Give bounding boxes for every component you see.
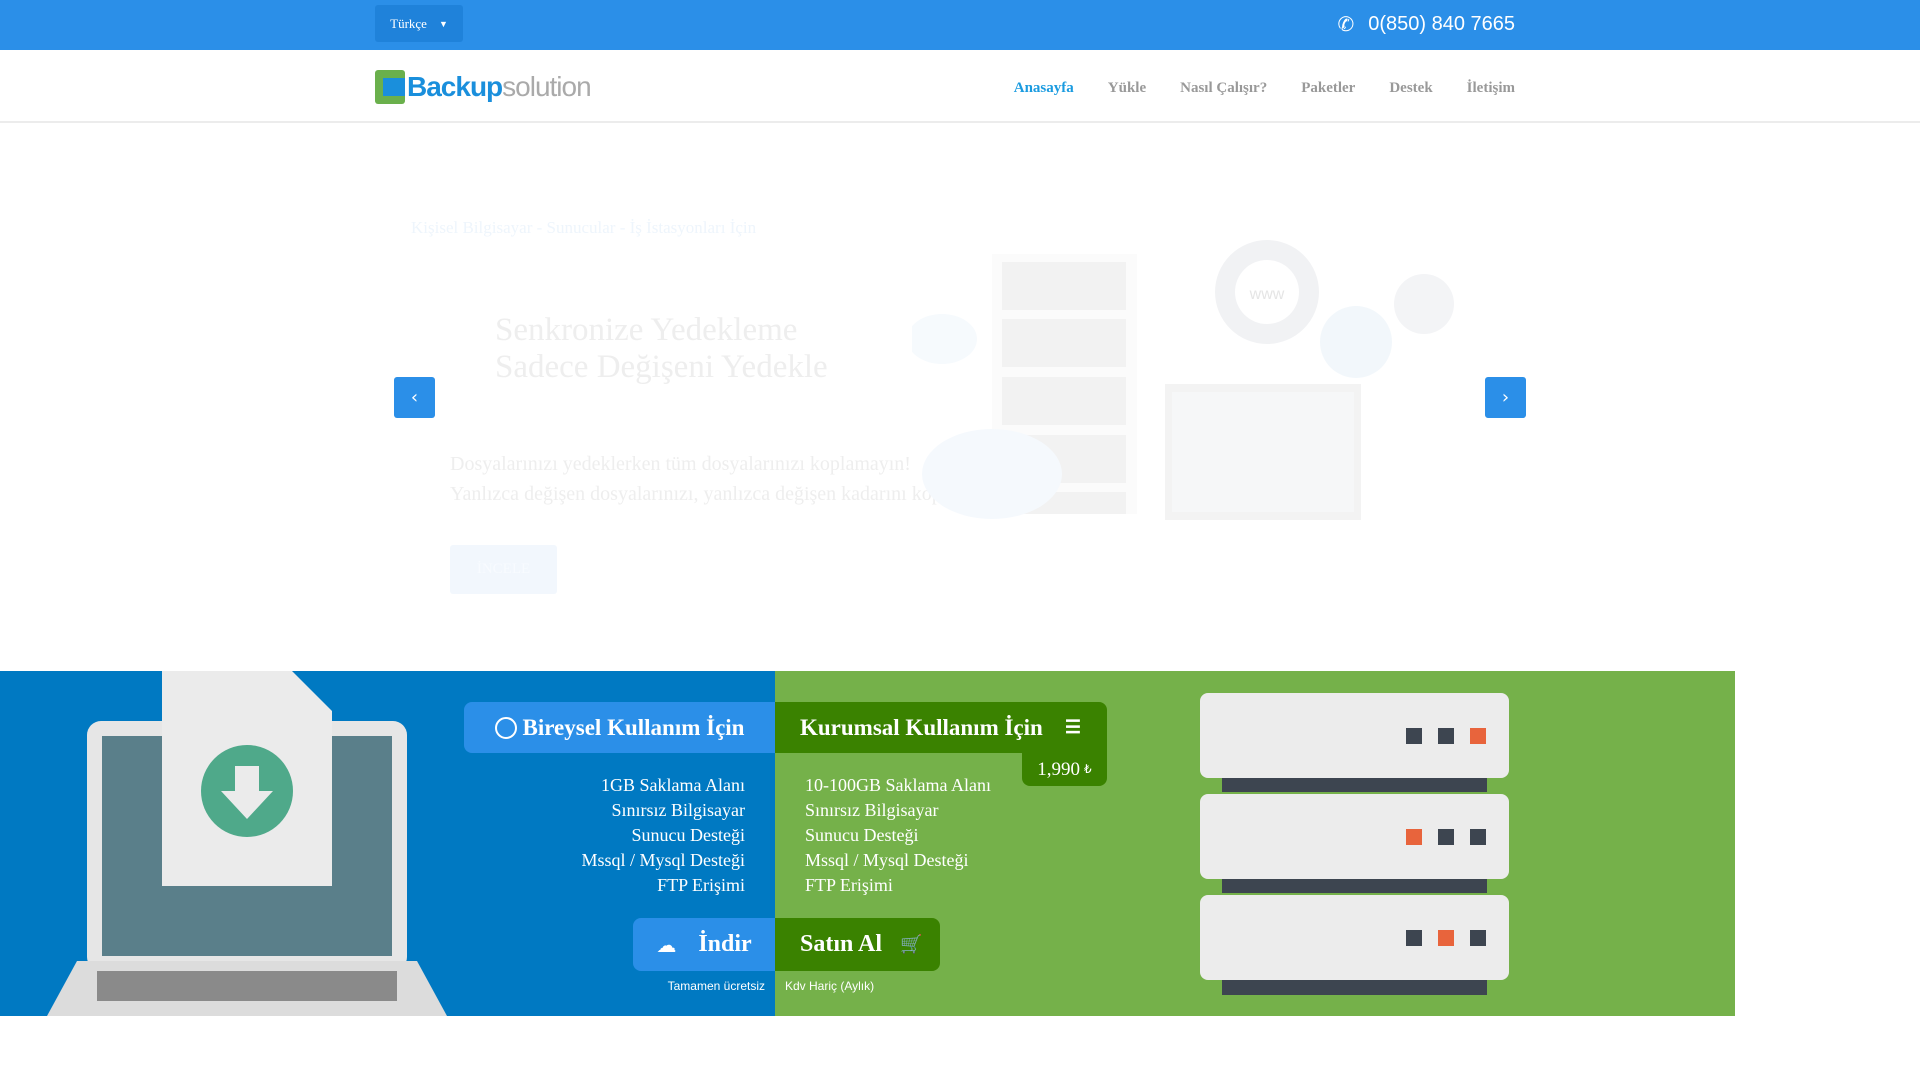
cloud-download-icon: ☁ — [656, 932, 677, 957]
logo[interactable]: Backup solution — [375, 70, 592, 104]
buy-label: Satın Al — [800, 931, 883, 957]
feature-item: Sınırsız Bilgisayar — [611, 800, 746, 820]
nav-nasil-calisir[interactable]: Nasıl Çalışır? — [1180, 80, 1267, 97]
main-nav: Backup solution Anasayfa Yükle Nasıl Çalı… — [0, 50, 1920, 123]
logo-text-2: solution — [502, 71, 592, 102]
laptop-download-illustration — [47, 671, 447, 1016]
next-slide-button[interactable]: › — [1485, 377, 1526, 418]
corporate-caption: Kdv Hariç (Aylık) — [785, 979, 875, 993]
feature-item: FTP Erişimi — [805, 875, 893, 895]
server-rack-illustration — [1200, 693, 1509, 995]
feature-item: 1GB Saklama Alanı — [601, 775, 745, 795]
hero-title-2: Sadece Değişeni Yedekle — [495, 349, 828, 385]
phone-text: 0(850) 840 7665 — [1368, 13, 1515, 35]
corporate-header: Kurumsal Kullanım İçin ☰ — [775, 702, 1107, 753]
chevron-right-icon: › — [1501, 387, 1510, 408]
personal-header: Bireysel Kullanım İçin — [464, 702, 775, 753]
download-button[interactable]: ☁ İndir — [633, 918, 775, 971]
corporate-title: Kurumsal Kullanım İçin — [800, 714, 1043, 740]
feature-item: Mssql / Mysql Desteği — [581, 850, 745, 870]
hero-subtitle: Kişisel Bilgisayar - Sunucular - İş İsta… — [411, 218, 757, 237]
buy-button[interactable]: Satın Al 🛒 — [775, 918, 940, 971]
server-icon: ☰ — [1064, 717, 1081, 737]
prev-slide-button[interactable]: ‹ — [394, 377, 435, 418]
feature-item: 10-100GB Saklama Alanı — [805, 775, 991, 795]
feature-item: Sunucu Desteği — [805, 825, 919, 845]
feature-item: Mssql / Mysql Desteği — [805, 850, 969, 870]
phone-icon: ✆ — [1337, 14, 1355, 36]
personal-features: 1GB Saklama Alanı Sınırsız Bilgisayar Sunu… — [581, 773, 745, 898]
language-select[interactable]: Türkçe ▼ — [375, 5, 463, 42]
personal-caption: Tamamen ücretsiz — [667, 979, 765, 993]
feature-item: FTP Erişimi — [657, 875, 745, 895]
feature-item: Sunucu Desteği — [631, 825, 745, 845]
phone-number: ✆ 0(850) 840 7665 — [1337, 12, 1515, 37]
currency-symbol: ₺ — [1084, 762, 1092, 776]
hero-text-1: Dosyalarınızı yedeklerken tüm dosyaların… — [450, 453, 911, 475]
logo-icon — [375, 70, 405, 104]
nav-iletisim[interactable]: İletişim — [1467, 80, 1515, 97]
download-label: İndir — [698, 931, 752, 957]
nav-anasayfa[interactable]: Anasayfa — [1014, 80, 1074, 97]
feature-item: Sınırsız Bilgisayar — [805, 800, 939, 820]
nav-yukle[interactable]: Yükle — [1108, 80, 1146, 97]
nav-paketler[interactable]: Paketler — [1301, 80, 1355, 97]
corporate-features: 10-100GB Saklama Alanı Sınırsız Bilgisaya… — [805, 773, 991, 898]
hero-title-1: Senkronize Yedekleme — [495, 312, 798, 348]
personal-title: Bireysel Kullanım İçin — [522, 714, 745, 740]
price-value: 1,990 — [1037, 758, 1081, 780]
language-label: Türkçe — [390, 15, 427, 31]
incele-button[interactable]: İNCELE — [450, 545, 557, 594]
user-circle-icon — [494, 716, 517, 739]
chevron-down-icon: ▼ — [438, 18, 448, 29]
logo-text: Backup — [407, 71, 503, 102]
top-bar — [0, 0, 1920, 50]
www-label: www — [1249, 286, 1285, 303]
hero-illustration: www — [912, 240, 1454, 520]
cart-icon: 🛒 — [900, 934, 923, 955]
chevron-left-icon: ‹ — [410, 387, 419, 408]
nav-destek[interactable]: Destek — [1389, 80, 1432, 97]
menu: Anasayfa Yükle Nasıl Çalışır? Paketler D… — [1014, 80, 1515, 97]
price-badge: 1,990 ₺ — [1022, 753, 1107, 786]
